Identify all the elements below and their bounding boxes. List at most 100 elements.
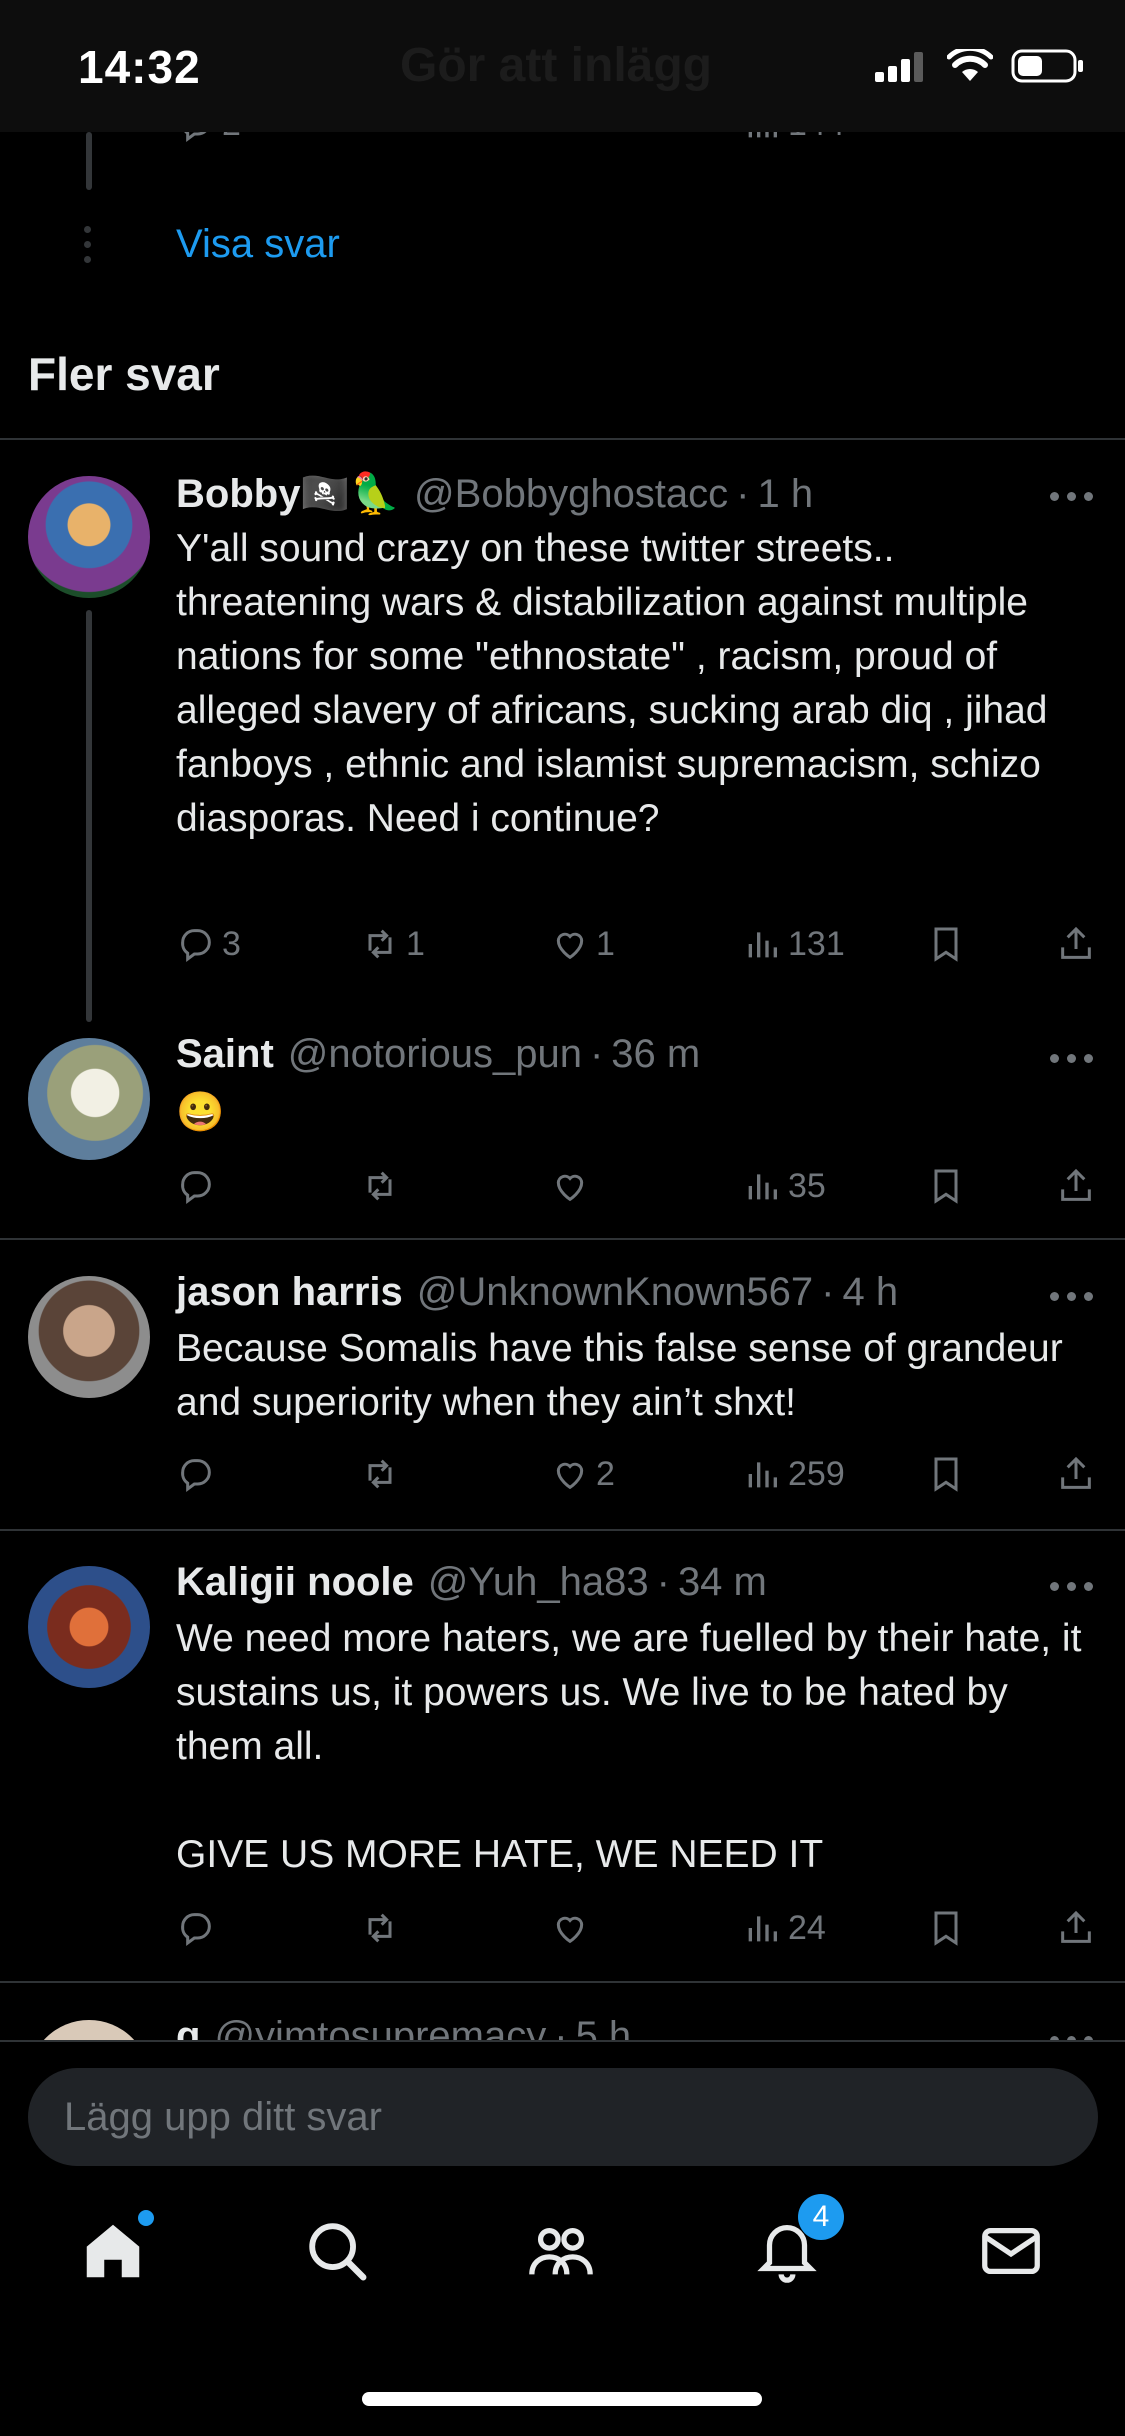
retweet-button[interactable]: 1 <box>360 924 425 964</box>
thread-line <box>86 132 92 190</box>
divider <box>0 1529 1125 1531</box>
divider <box>0 1981 1125 1983</box>
mail-icon <box>982 2227 1040 2275</box>
retweet-button[interactable] <box>360 1454 400 1494</box>
tweet[interactable]: ɑ @yimtosupremacy · 5 h <box>0 2014 1125 2040</box>
share-button[interactable] <box>1056 924 1096 964</box>
timestamp[interactable]: 5 h <box>576 2014 632 2040</box>
status-icons <box>875 48 1085 84</box>
handle[interactable]: @Yuh_ha83 <box>428 1560 649 1605</box>
section-title: Fler svar <box>28 348 220 400</box>
display-name[interactable]: Kaligii noole <box>176 1560 414 1605</box>
views-button[interactable]: 259 <box>742 1454 845 1494</box>
nav-home[interactable] <box>78 2210 154 2286</box>
cellular-signal-icon <box>875 52 923 82</box>
bookmark-button[interactable] <box>926 1166 966 1206</box>
views-button[interactable]: 35 <box>742 1166 826 1206</box>
like-button[interactable]: 2 <box>550 1454 615 1494</box>
retweet-button[interactable] <box>360 1166 400 1206</box>
reply-input[interactable] <box>28 2068 1098 2166</box>
bookmark-icon <box>934 927 958 962</box>
handle[interactable]: @notorious_pun <box>288 1032 582 1077</box>
bookmark-button[interactable] <box>926 924 966 964</box>
retweet-icon <box>368 1171 392 1201</box>
bookmark-icon <box>934 1169 958 1204</box>
views-button[interactable]: 131 <box>742 924 845 964</box>
retweet-icon <box>368 1459 392 1489</box>
display-name[interactable]: jason harris <box>176 1270 403 1315</box>
like-button[interactable] <box>550 1166 590 1206</box>
share-icon <box>1061 1456 1091 1489</box>
timestamp[interactable]: 36 m <box>611 1032 700 1077</box>
more-options-icon[interactable] <box>1050 1582 1093 1591</box>
heart-icon <box>556 1916 584 1944</box>
bookmark-button[interactable] <box>926 1908 966 1948</box>
tweet-actions: 35 <box>176 1166 1096 1216</box>
retweet-button[interactable] <box>360 1908 400 1948</box>
like-button[interactable] <box>550 1908 590 1948</box>
more-options-icon[interactable] <box>1050 492 1093 501</box>
retweet-count: 1 <box>406 924 425 963</box>
more-options-icon[interactable] <box>1050 1292 1093 1301</box>
retweet-icon <box>368 929 392 959</box>
share-button[interactable] <box>1056 1454 1096 1494</box>
notification-badge: 4 <box>798 2194 844 2240</box>
avatar[interactable] <box>28 1566 150 1688</box>
share-icon <box>1061 1910 1091 1943</box>
battery-icon <box>1011 49 1083 83</box>
tweet-text: 😀 <box>176 1091 225 1134</box>
communities-icon <box>529 2227 593 2275</box>
timestamp[interactable]: 34 m <box>678 1560 767 1605</box>
bookmark-icon <box>934 1911 958 1946</box>
divider <box>0 438 1125 440</box>
handle[interactable]: @UnknownKnown567 <box>417 1270 813 1315</box>
views-icon <box>748 932 777 958</box>
views-count: 24 <box>788 1908 826 1947</box>
like-count: 2 <box>596 1454 615 1493</box>
retweet-icon <box>368 1913 392 1943</box>
views-icon <box>748 1916 777 1942</box>
like-count: 1 <box>596 924 615 963</box>
display-name[interactable]: Saint <box>176 1032 274 1077</box>
bookmark-icon <box>934 1457 958 1492</box>
header-title-faded: Gör att inlägg <box>400 39 712 92</box>
reply-composer <box>0 2040 1125 2170</box>
thread-dots <box>84 226 91 263</box>
reply-count: 3 <box>222 924 241 963</box>
share-button[interactable] <box>1056 1166 1096 1206</box>
tweet-actions: 2 259 <box>176 1454 1096 1504</box>
bottom-nav: 4 <box>0 2172 1125 2352</box>
nav-messages[interactable] <box>976 2216 1046 2286</box>
avatar[interactable] <box>28 1038 150 1160</box>
share-button[interactable] <box>1056 1908 1096 1948</box>
nav-notifications[interactable]: 4 <box>752 2194 844 2286</box>
bookmark-button[interactable] <box>926 1454 966 1494</box>
reply-icon <box>181 1459 211 1492</box>
more-options-icon[interactable] <box>1050 1054 1093 1063</box>
handle[interactable]: @Bobbyghostacc <box>414 472 728 517</box>
nav-search[interactable] <box>302 2216 372 2286</box>
wifi-icon <box>947 49 993 81</box>
timestamp[interactable]: 1 h <box>758 472 814 517</box>
tweet-text: We need more haters, we are fuelled by t… <box>176 1617 1082 1876</box>
avatar[interactable] <box>28 476 150 598</box>
nav-communities[interactable] <box>526 2216 596 2286</box>
reply-button[interactable] <box>176 1908 216 1948</box>
avatar[interactable] <box>28 1276 150 1398</box>
reply-button[interactable]: 3 <box>176 924 241 964</box>
tweet-actions: 24 <box>176 1908 1096 1958</box>
views-button[interactable]: 24 <box>742 1908 826 1948</box>
status-bar: Gör att inlägg 14:32 <box>0 0 1125 132</box>
reply-button[interactable] <box>176 1166 216 1206</box>
reply-icon <box>181 929 211 962</box>
display-name[interactable]: ɑ <box>176 2014 200 2040</box>
reply-button[interactable] <box>176 1454 216 1494</box>
avatar[interactable] <box>28 2020 150 2040</box>
display-name[interactable]: Bobby🏴‍☠️🦜 <box>176 470 400 517</box>
show-replies-link[interactable]: Visa svar <box>176 222 340 267</box>
handle[interactable]: @yimtosupremacy <box>214 2014 546 2040</box>
timestamp[interactable]: 4 h <box>843 1270 899 1315</box>
home-indicator <box>362 2392 762 2406</box>
like-button[interactable]: 1 <box>550 924 615 964</box>
views-count: 259 <box>788 1454 845 1493</box>
